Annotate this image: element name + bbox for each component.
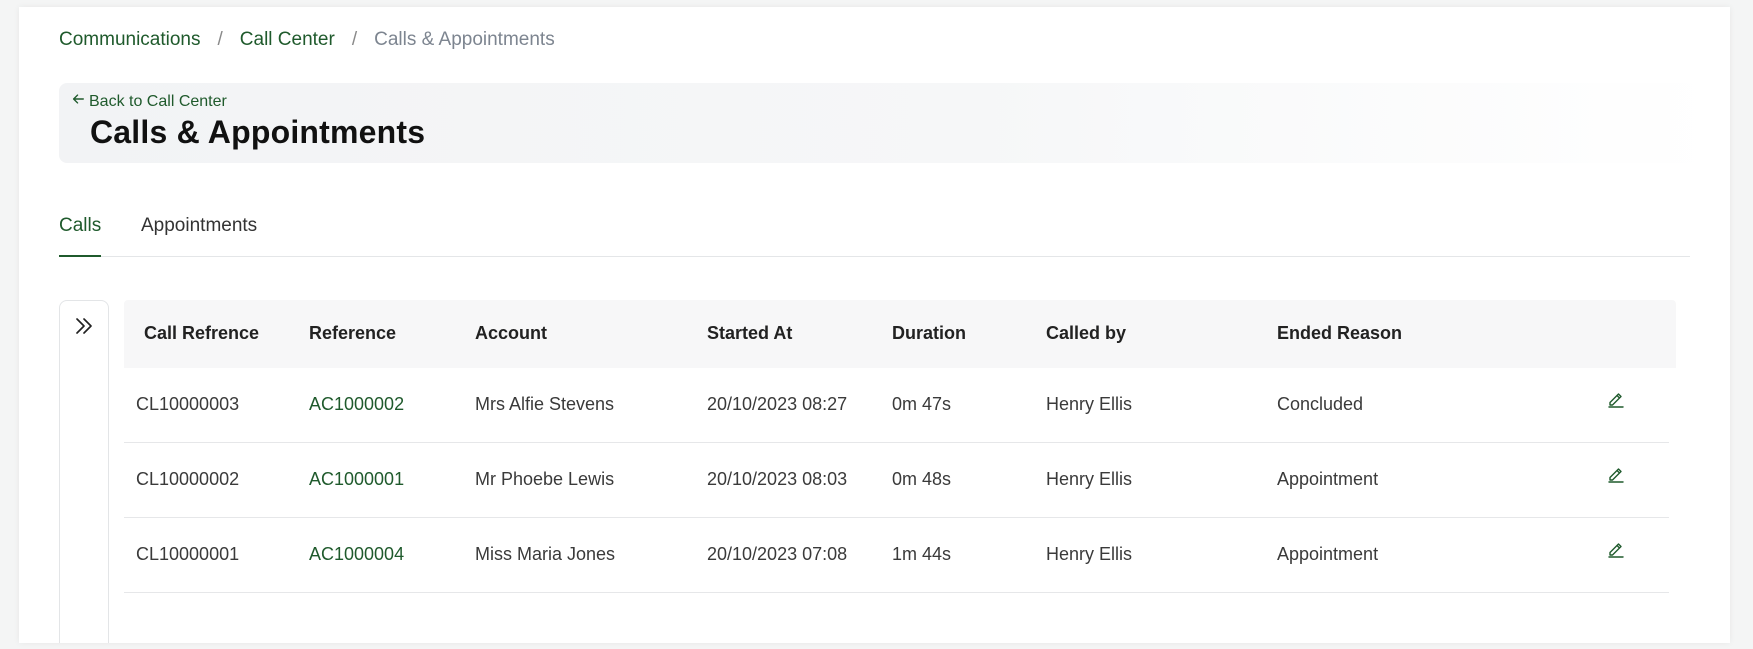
column-header-reference[interactable]: Reference <box>309 323 396 344</box>
cell-duration: 0m 48s <box>892 469 952 489</box>
cell-account: Miss Maria Jones <box>475 544 616 564</box>
cell-account: Mrs Alfie Stevens <box>475 394 615 414</box>
column-header-called-by[interactable]: Called by <box>1046 323 1126 344</box>
edit-row-button[interactable] <box>1607 390 1629 412</box>
cell-reference-link[interactable]: AC1000004 <box>309 544 404 565</box>
breadcrumb-separator: / <box>351 29 358 50</box>
tab-calls[interactable]: Calls <box>59 215 102 257</box>
table-row: CL10000003 AC1000002 Mrs Alfie Stevens 2… <box>124 368 1669 443</box>
cell-duration: 1m 44s <box>892 544 952 564</box>
column-header-ended-reason[interactable]: Ended Reason <box>1277 323 1402 344</box>
cell-reference-link[interactable]: AC1000002 <box>309 394 404 415</box>
cell-account: Mr Phoebe Lewis <box>475 469 615 489</box>
cell-started-at: 20/10/2023 07:08 <box>707 544 848 564</box>
table-header: Call Refrence Reference Account Started … <box>124 300 1676 368</box>
column-header-call-reference[interactable]: Call Refrence <box>144 323 259 344</box>
page-card: Communications / Call Center / Calls & A… <box>19 7 1730 643</box>
arrow-left-icon <box>71 92 85 111</box>
edit-row-button[interactable] <box>1607 540 1629 562</box>
breadcrumb-communications[interactable]: Communications <box>59 28 201 52</box>
column-header-account[interactable]: Account <box>475 323 547 344</box>
breadcrumb-current: Calls & Appointments <box>374 29 555 50</box>
sidebar-toggle-button[interactable] <box>59 300 109 643</box>
cell-called-by: Henry Ellis <box>1046 544 1133 564</box>
cell-reference-link[interactable]: AC1000001 <box>309 469 404 490</box>
column-header-duration[interactable]: Duration <box>892 323 966 344</box>
cell-ended-reason: Appointment <box>1277 469 1379 489</box>
pencil-icon <box>1608 468 1624 483</box>
cell-call-reference: CL10000003 <box>136 394 240 414</box>
tab-appointments[interactable]: Appointments <box>141 215 257 255</box>
breadcrumb-separator: / <box>217 29 223 50</box>
table-row: CL10000002 AC1000001 Mr Phoebe Lewis 20/… <box>124 443 1669 518</box>
cell-call-reference: CL10000002 <box>136 469 240 489</box>
back-link-label: Back to Call Center <box>89 92 227 110</box>
breadcrumb-call-center[interactable]: Call Center <box>240 28 335 52</box>
breadcrumb: Communications / Call Center / Calls & A… <box>59 28 555 52</box>
tab-bar: Calls Appointments <box>59 203 1690 257</box>
cell-call-reference: CL10000001 <box>136 544 240 564</box>
cell-called-by: Henry Ellis <box>1046 469 1133 489</box>
calls-table: Call Refrence Reference Account Started … <box>124 300 1676 593</box>
back-to-call-center-link[interactable]: Back to Call Center <box>71 92 227 111</box>
cell-called-by: Henry Ellis <box>1046 394 1133 414</box>
pencil-icon <box>1608 543 1624 558</box>
cell-started-at: 20/10/2023 08:03 <box>707 469 848 489</box>
pencil-icon <box>1608 393 1624 408</box>
edit-row-button[interactable] <box>1607 465 1629 487</box>
cell-ended-reason: Appointment <box>1277 544 1379 564</box>
cell-ended-reason: Concluded <box>1277 394 1364 414</box>
cell-duration: 0m 47s <box>892 394 952 414</box>
page-title: Calls & Appointments <box>90 114 426 150</box>
table-row: CL10000001 AC1000004 Miss Maria Jones 20… <box>124 518 1669 593</box>
cell-started-at: 20/10/2023 08:27 <box>707 394 848 414</box>
column-header-started-at[interactable]: Started At <box>707 323 792 344</box>
page-header: Back to Call Center Calls & Appointments <box>59 83 1719 163</box>
